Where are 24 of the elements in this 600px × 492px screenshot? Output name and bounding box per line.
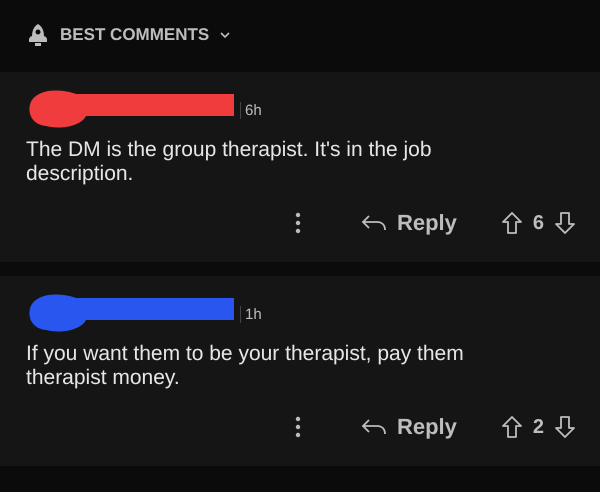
reply-button[interactable]: Reply bbox=[360, 414, 457, 440]
upvote-button[interactable] bbox=[500, 211, 523, 235]
more-icon bbox=[294, 212, 301, 234]
comment-text: The DM is the group therapist. It's in the job description. bbox=[26, 138, 433, 187]
more-options-button[interactable] bbox=[294, 212, 301, 234]
comment-time: 6h bbox=[240, 102, 262, 118]
upvote-arrow-icon bbox=[500, 415, 523, 439]
vote-score: 2 bbox=[532, 416, 544, 438]
more-icon bbox=[294, 416, 301, 438]
downvote-arrow-icon bbox=[554, 211, 576, 235]
reply-arrow-icon bbox=[360, 418, 387, 436]
vote-score: 6 bbox=[532, 212, 544, 234]
comment-text: If you want them to be your therapist, pay them therapist money. bbox=[26, 342, 465, 391]
more-options-button[interactable] bbox=[294, 416, 301, 438]
reply-arrow-icon bbox=[360, 214, 387, 232]
downvote-arrow-icon bbox=[554, 415, 576, 439]
comment-time: 1h bbox=[240, 306, 262, 322]
chevron-down-icon bbox=[219, 31, 232, 39]
downvote-button[interactable] bbox=[554, 211, 576, 235]
upvote-button[interactable] bbox=[500, 415, 523, 439]
reply-button[interactable]: Reply bbox=[360, 210, 457, 236]
downvote-button[interactable] bbox=[554, 415, 576, 439]
upvote-arrow-icon bbox=[500, 211, 523, 235]
sort-dropdown[interactable]: BEST COMMENTS bbox=[60, 25, 232, 45]
